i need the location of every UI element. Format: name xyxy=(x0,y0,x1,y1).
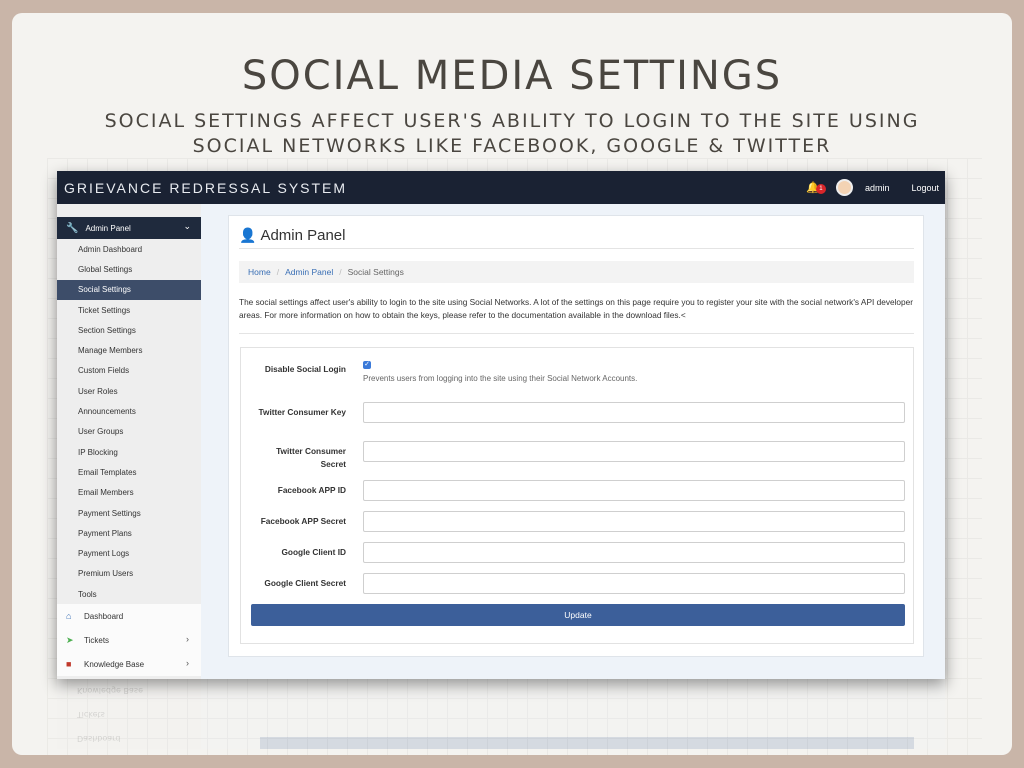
sidebar-nav-knowledge-base[interactable]: ■ Knowledge Base › xyxy=(57,652,201,677)
chevron-right-icon: › xyxy=(186,658,189,669)
breadcrumb: Home / Admin Panel / Social Settings xyxy=(239,261,914,283)
facebook-id-label: Facebook APP ID xyxy=(277,485,346,495)
sidebar: 🔧 Admin Panel ⌄ Admin Dashboard Global Se… xyxy=(57,204,201,679)
google-secret-label: Google Client Secret xyxy=(264,578,346,588)
reflection-row: Dashboard xyxy=(77,734,121,744)
reflection-sidebar: Knowledge Base Tickets Dashboard xyxy=(57,679,201,749)
slide-subtitle: SOCIAL SETTINGS AFFECT USER'S ABILITY TO… xyxy=(104,110,920,157)
sidebar-nav-label: Knowledge Base xyxy=(84,659,145,669)
google-secret-input[interactable] xyxy=(363,573,905,594)
sidebar-item-ip-blocking[interactable]: IP Blocking xyxy=(57,442,201,462)
disable-social-help: Prevents users from logging into the sit… xyxy=(363,374,638,383)
facebook-secret-input[interactable] xyxy=(363,511,905,532)
user-menu[interactable]: admin xyxy=(865,183,890,193)
disable-social-checkbox[interactable]: ✓ xyxy=(363,361,371,369)
book-icon: ■ xyxy=(66,659,72,670)
window-reflection: Knowledge Base Tickets Dashboard xyxy=(57,679,945,749)
slide-title: SOCIAL MEDIA SETTINGS xyxy=(241,53,783,99)
notification-badge: 1 xyxy=(815,183,826,194)
breadcrumb-separator: / xyxy=(276,267,280,277)
sidebar-item-admin-dashboard[interactable]: Admin Dashboard xyxy=(57,239,201,259)
top-navbar: GRIEVANCE REDRESSAL SYSTEM 🔔 1 admin Logo… xyxy=(57,171,945,204)
sidebar-item-payment-plans[interactable]: Payment Plans xyxy=(57,523,201,543)
reflection-button xyxy=(260,737,914,749)
twitter-key-label: Twitter Consumer Key xyxy=(258,407,346,417)
sidebar-subitems: Admin Dashboard Global Settings Social Set… xyxy=(57,239,201,604)
twitter-key-input[interactable] xyxy=(363,402,905,423)
user-icon: 👤 xyxy=(239,227,257,243)
social-settings-form: Disable Social Login ✓ Prevents users fr… xyxy=(240,347,914,644)
disable-social-label: Disable Social Login xyxy=(264,364,346,374)
sidebar-item-payment-logs[interactable]: Payment Logs xyxy=(57,543,201,563)
sidebar-section-label: Admin Panel xyxy=(85,223,131,233)
sidebar-item-email-members[interactable]: Email Members xyxy=(57,483,201,503)
facebook-id-input[interactable] xyxy=(363,480,905,501)
send-icon: ➤ xyxy=(66,634,74,645)
sidebar-item-payment-settings[interactable]: Payment Settings xyxy=(57,503,201,523)
avatar-icon[interactable] xyxy=(835,179,853,196)
sidebar-item-section-settings[interactable]: Section Settings xyxy=(57,320,201,340)
home-icon: ⌂ xyxy=(66,611,72,622)
sidebar-item-user-groups[interactable]: User Groups xyxy=(57,422,201,442)
page-title-text: Admin Panel xyxy=(260,227,346,244)
sidebar-item-social-settings[interactable]: Social Settings xyxy=(57,279,201,300)
intro-text: The social settings affect user's abilit… xyxy=(239,297,914,320)
facebook-secret-label: Facebook APP Secret xyxy=(260,516,346,526)
sidebar-item-announcements[interactable]: Announcements xyxy=(57,401,201,421)
chevron-down-icon: ⌄ xyxy=(183,221,191,231)
wrench-icon: 🔧 xyxy=(66,222,79,234)
update-button[interactable]: Update xyxy=(251,604,905,626)
logout-link[interactable]: Logout xyxy=(911,183,939,193)
breadcrumb-current: Social Settings xyxy=(347,267,404,277)
divider xyxy=(239,248,914,249)
twitter-secret-input[interactable] xyxy=(363,441,905,462)
sidebar-item-manage-members[interactable]: Manage Members xyxy=(57,340,201,360)
sidebar-item-email-templates[interactable]: Email Templates xyxy=(57,462,201,482)
app-window: GRIEVANCE REDRESSAL SYSTEM 🔔 1 admin Logo… xyxy=(57,171,945,679)
sidebar-nav-dashboard[interactable]: ⌂ Dashboard xyxy=(57,604,201,629)
twitter-secret-label: Twitter Consumer Secret xyxy=(276,446,346,469)
topbar-right: 🔔 1 admin Logout xyxy=(806,171,939,204)
sidebar-nav-label: Tickets xyxy=(84,635,110,645)
sidebar-section-admin-panel[interactable]: 🔧 Admin Panel ⌄ xyxy=(57,217,201,239)
breadcrumb-admin-panel[interactable]: Admin Panel xyxy=(285,267,333,277)
sidebar-item-ticket-settings[interactable]: Ticket Settings xyxy=(57,300,201,320)
content-area: 👤 Admin Panel Home / Admin Panel / Socia… xyxy=(201,204,945,679)
sidebar-nav-tickets[interactable]: ➤ Tickets › xyxy=(57,628,201,653)
google-id-input[interactable] xyxy=(363,542,905,563)
reflection-row: Knowledge Base xyxy=(77,686,143,696)
brand-title[interactable]: GRIEVANCE REDRESSAL SYSTEM xyxy=(57,180,347,196)
sidebar-item-premium-users[interactable]: Premium Users xyxy=(57,564,201,584)
sidebar-main-nav: ⌂ Dashboard ➤ Tickets › ■ Knowledge Base › xyxy=(57,604,201,677)
sidebar-item-tools[interactable]: Tools xyxy=(57,584,201,604)
page-title: 👤 Admin Panel xyxy=(239,227,346,244)
sidebar-nav-label: Dashboard xyxy=(84,611,124,621)
reflection-row: Tickets xyxy=(77,710,105,720)
sidebar-item-custom-fields[interactable]: Custom Fields xyxy=(57,361,201,381)
breadcrumb-separator: / xyxy=(339,267,342,277)
chevron-right-icon: › xyxy=(186,634,189,645)
sidebar-item-user-roles[interactable]: User Roles xyxy=(57,381,201,401)
breadcrumb-home[interactable]: Home xyxy=(248,267,271,277)
sidebar-item-global-settings[interactable]: Global Settings xyxy=(57,259,201,279)
admin-panel-card: 👤 Admin Panel Home / Admin Panel / Socia… xyxy=(228,215,924,657)
google-id-label: Google Client ID xyxy=(281,547,346,557)
bell-icon[interactable]: 🔔 1 xyxy=(806,181,826,195)
divider xyxy=(239,333,914,334)
